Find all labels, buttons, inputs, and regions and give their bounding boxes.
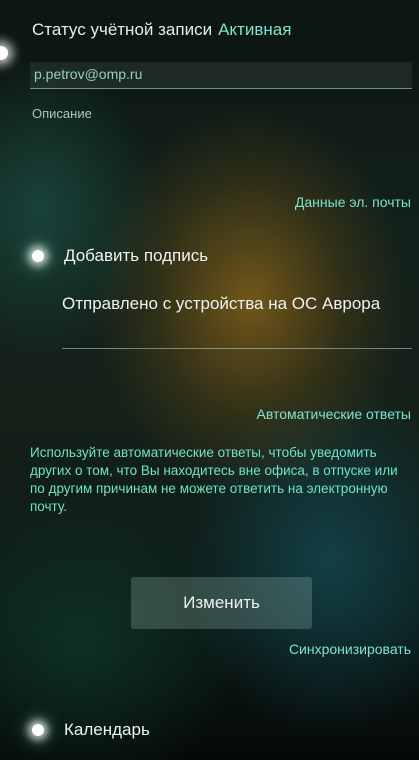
account-status: Статус учётной записи Активная — [32, 20, 291, 40]
change-button-label: Изменить — [183, 593, 260, 612]
auto-replies-description: Используйте автоматические ответы, чтобы… — [30, 445, 398, 514]
change-auto-replies-button[interactable]: Изменить — [131, 577, 312, 629]
switch-indicator-icon — [32, 250, 44, 262]
add-signature-switch[interactable]: Добавить подпись — [26, 241, 208, 271]
pulley-menu-indicator — [0, 46, 8, 60]
section-header-sync: Синхронизировать — [288, 641, 411, 657]
switch-indicator-icon — [32, 724, 44, 736]
account-status-label: Статус учётной записи — [32, 20, 213, 39]
signature-text-value: Отправлено с устройства на ОС Аврора — [62, 294, 381, 313]
account-settings-page: Статус учётной записи Активная p.petrov@o… — [0, 0, 419, 760]
description-field-label[interactable]: Описание — [32, 106, 92, 121]
email-value: p.petrov@omp.ru — [34, 66, 143, 82]
section-header-email-data: Данные эл. почты — [294, 194, 411, 210]
email-field[interactable]: p.petrov@omp.ru — [30, 62, 412, 89]
account-status-value: Активная — [218, 20, 292, 39]
calendar-sync-switch[interactable]: Календарь — [26, 715, 150, 745]
section-header-auto-replies: Автоматические ответы — [256, 406, 411, 422]
add-signature-label: Добавить подпись — [64, 246, 209, 265]
calendar-label: Календарь — [64, 720, 150, 739]
signature-text-field[interactable]: Отправлено с устройства на ОС Аврора — [62, 292, 412, 349]
